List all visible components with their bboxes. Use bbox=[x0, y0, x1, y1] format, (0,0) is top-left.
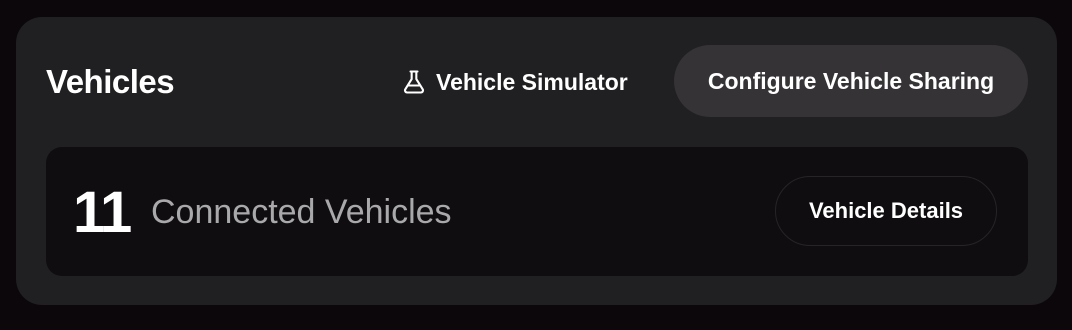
card-header: Vehicles Vehicle Simulator Configure Veh… bbox=[16, 45, 1057, 119]
vehicle-details-button[interactable]: Vehicle Details bbox=[775, 176, 997, 246]
vehicles-card: Vehicles Vehicle Simulator Configure Veh… bbox=[16, 17, 1057, 305]
flask-icon bbox=[400, 68, 428, 96]
connected-vehicles-count: 11 bbox=[73, 180, 132, 245]
configure-vehicle-sharing-button[interactable]: Configure Vehicle Sharing bbox=[674, 45, 1028, 117]
vehicle-simulator-button[interactable]: Vehicle Simulator bbox=[390, 45, 638, 119]
vehicle-simulator-label: Vehicle Simulator bbox=[436, 68, 628, 95]
page-title: Vehicles bbox=[46, 63, 175, 100]
connected-vehicles-label: Connected Vehicles bbox=[151, 193, 452, 231]
connected-vehicles-panel: 11 Connected Vehicles Vehicle Details bbox=[46, 147, 1028, 276]
